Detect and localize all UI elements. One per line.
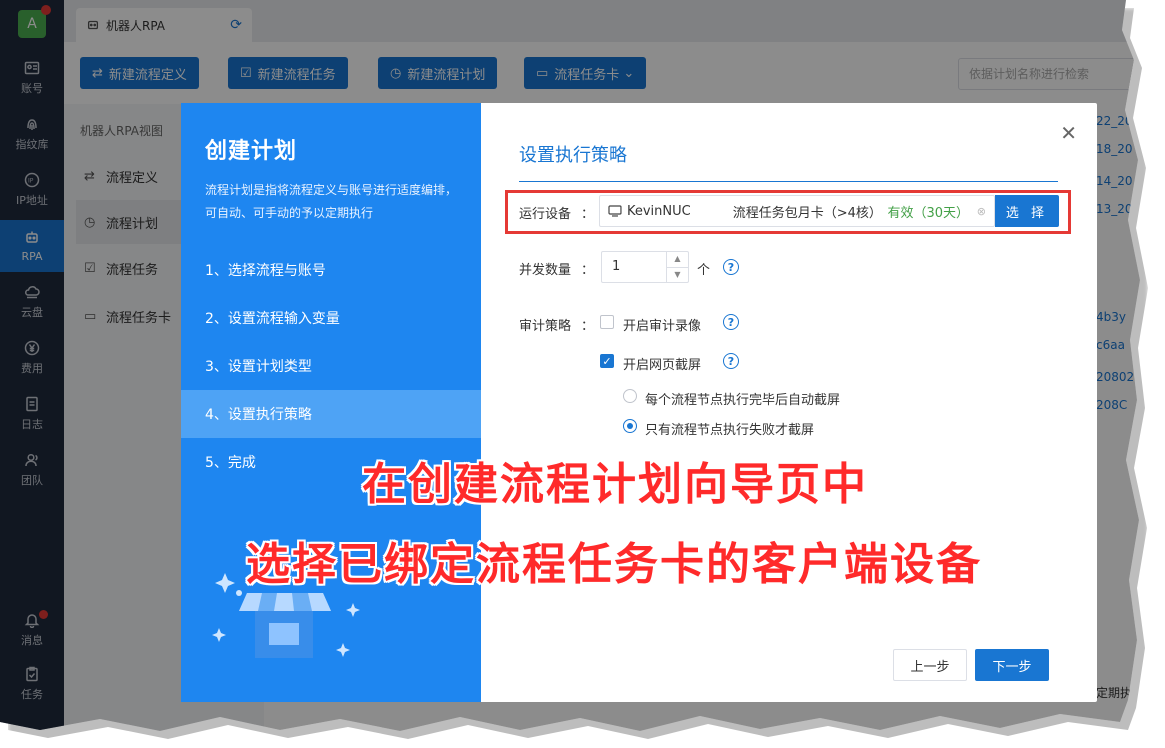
select-device-button[interactable]: 选 择 (995, 195, 1059, 227)
screenshot-checkbox[interactable]: ✓ (600, 354, 614, 368)
monitor-icon (608, 205, 622, 217)
concurrency-stepper[interactable]: 1 ▲ ▼ (601, 251, 689, 283)
wizard-step-3[interactable]: 3、设置计划类型 (181, 342, 481, 390)
section-divider (519, 181, 1058, 182)
screenshot-label: 开启网页截屏 (623, 358, 702, 373)
radio-on-failure-label: 只有流程节点执行失败才截屏 (645, 423, 815, 438)
status-badge: 有效（30天） (887, 205, 969, 221)
strategy-panel: ✕ 设置执行策略 运行设备 ： KevinNUC 流程任务包月卡（>4核） 有效… (481, 103, 1097, 702)
device-name: KevinNUC (626, 203, 691, 219)
increment-icon[interactable]: ▲ (667, 252, 688, 267)
dialog-description: 流程计划是指将流程定义与账号进行适度编排，可自动、可手动的予以定期执行 (205, 183, 458, 220)
screenshot-frame: A 账号 指纹库 IP IP地址 RPA 云盘 费用 日志 团队 消息 任务 机… (0, 0, 1140, 731)
close-icon[interactable]: ✕ (1060, 121, 1077, 145)
stepper-arrows: ▲ ▼ (666, 252, 688, 282)
device-field[interactable]: KevinNUC 流程任务包月卡（>4核） 有效（30天） ⊗ (599, 195, 995, 227)
audit-label: 审计策略 (519, 319, 572, 334)
help-icon[interactable]: ? (723, 259, 739, 275)
section-title: 设置执行策略 (519, 145, 627, 166)
wizard-step-2[interactable]: 2、设置流程输入变量 (181, 294, 481, 342)
help-icon[interactable]: ? (723, 314, 739, 330)
audit-record-checkbox[interactable] (600, 315, 614, 329)
device-label: 运行设备 (519, 207, 572, 222)
help-icon[interactable]: ? (723, 353, 739, 369)
dialog-title: 创建计划 (205, 139, 298, 164)
radio-every-node-label: 每个流程节点执行完毕后自动截屏 (645, 393, 841, 408)
prev-button[interactable]: 上一步 (893, 649, 967, 681)
create-plan-dialog: 创建计划 流程计划是指将流程定义与账号进行适度编排，可自动、可手动的予以定期执行… (181, 103, 1097, 702)
annotation-caption-1: 在创建流程计划向导页中 (362, 459, 868, 510)
concurrency-label: 并发数量 (519, 263, 572, 278)
decrement-icon[interactable]: ▼ (667, 266, 688, 283)
colon: ： (581, 263, 595, 278)
colon: ： (581, 207, 595, 222)
clear-icon[interactable]: ⊗ (977, 205, 986, 218)
concurrency-unit: 个 (697, 263, 711, 278)
radio-on-failure[interactable] (623, 419, 637, 433)
wizard-step-4[interactable]: 4、设置执行策略 (181, 390, 481, 438)
wizard-step-1[interactable]: 1、选择流程与账号 (181, 246, 481, 294)
wizard-steps-panel: 创建计划 流程计划是指将流程定义与账号进行适度编排，可自动、可手动的予以定期执行… (181, 103, 481, 702)
radio-every-node[interactable] (623, 389, 637, 403)
concurrency-value: 1 (612, 259, 621, 274)
task-card-name: 流程任务包月卡（>4核） (732, 205, 882, 221)
audit-record-label: 开启审计录像 (623, 319, 702, 334)
annotation-caption-2: 选择已绑定流程任务卡的客户端设备 (246, 539, 982, 590)
next-button[interactable]: 下一步 (975, 649, 1049, 681)
colon: ： (581, 319, 595, 334)
